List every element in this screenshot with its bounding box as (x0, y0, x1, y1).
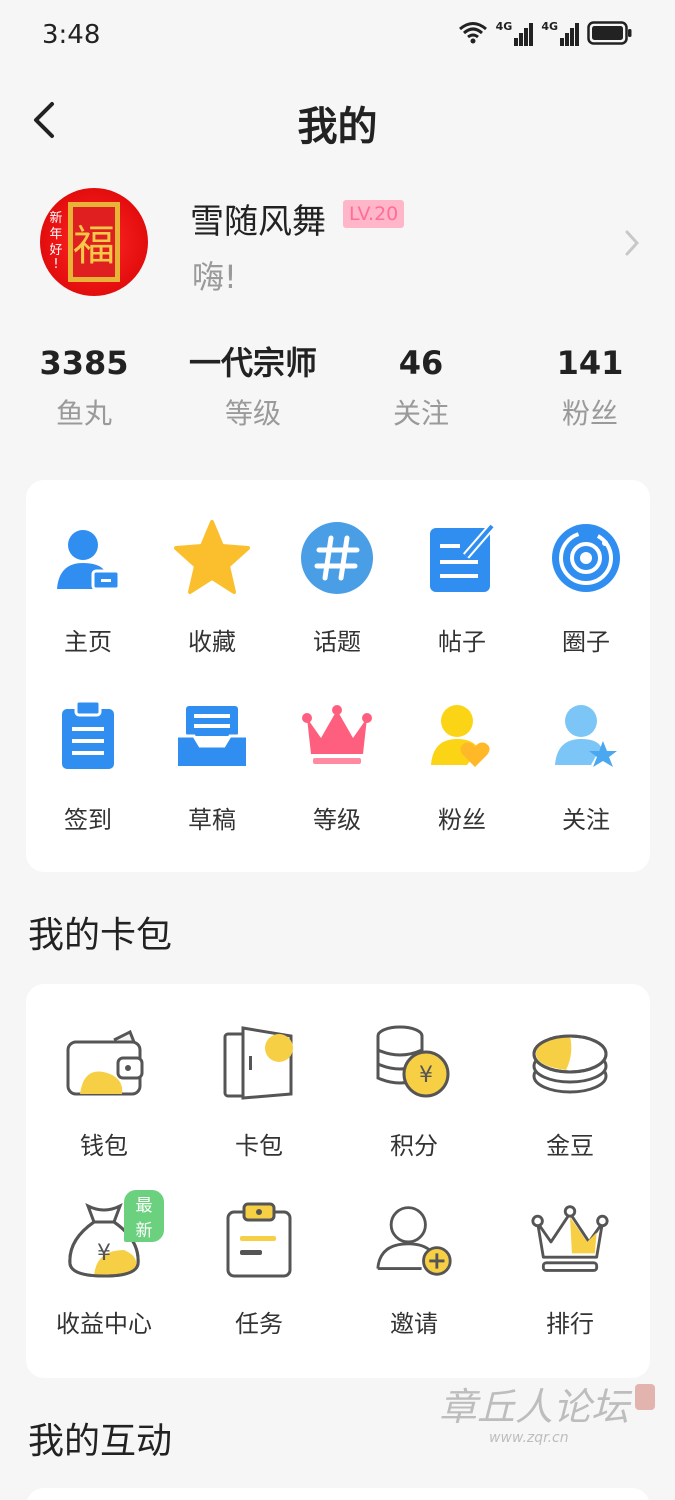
chevron-right-icon (625, 230, 640, 256)
menu-label: 话题 (313, 628, 361, 656)
hashtag-icon (297, 518, 377, 598)
wallet-label: 排行 (546, 1310, 594, 1338)
svg-text:¥: ¥ (419, 1063, 433, 1088)
stat-level[interactable]: 一代宗师 等级 (173, 340, 333, 432)
task-clipboard-icon (219, 1200, 299, 1280)
stats-row: 3385 鱼丸 一代宗师 等级 46 关注 141 粉丝 (0, 340, 675, 440)
wallet-label: 邀请 (390, 1310, 438, 1338)
wifi-icon (458, 22, 487, 44)
card-holder-icon (219, 1022, 299, 1102)
gold-beans-icon (530, 1022, 610, 1102)
menu-item-fans[interactable]: 粉丝 (412, 696, 512, 835)
signal-1-icon: 4G (496, 20, 534, 46)
wallet-item-earnings[interactable]: ¥ 最新 收益中心 (44, 1190, 164, 1339)
header: 我的 (0, 80, 675, 160)
svg-text:!: ! (53, 257, 58, 272)
menu-item-favorites[interactable]: 收藏 (162, 518, 262, 657)
follow-star-icon (546, 696, 626, 776)
stat-label: 关注 (392, 397, 449, 430)
wallet-card: 钱包 卡包 ¥ 积分 金豆 ¥ 最新 收益中心 任务 邀请 排行 (26, 984, 650, 1378)
svg-text:好: 好 (49, 243, 62, 258)
interaction-card (26, 1488, 650, 1500)
stat-label: 鱼丸 (55, 397, 112, 430)
wallet-item-tasks[interactable]: 任务 (209, 1200, 309, 1339)
stat-value: 一代宗师 (188, 344, 317, 382)
battery-icon (587, 21, 632, 45)
menu-label: 关注 (562, 806, 610, 834)
menu-item-following[interactable]: 关注 (536, 696, 636, 835)
menu-item-posts[interactable]: 帖子 (412, 518, 512, 657)
invite-user-icon (374, 1200, 454, 1280)
svg-text:年: 年 (49, 227, 62, 242)
svg-text:福: 福 (73, 221, 115, 270)
fans-heart-icon (422, 696, 502, 776)
post-edit-icon (422, 518, 502, 598)
wallet-item-card-holder[interactable]: 卡包 (209, 1022, 309, 1161)
menu-label: 帖子 (438, 628, 486, 656)
section-title-wallet: 我的卡包 (28, 915, 173, 956)
menu-label: 收藏 (188, 628, 236, 656)
status-icons: 4G 4G (458, 20, 633, 46)
stat-following[interactable]: 46 关注 (341, 340, 501, 432)
clipboard-icon (48, 696, 128, 776)
menu-item-circles[interactable]: 圈子 (536, 518, 636, 657)
wallet-label: 卡包 (235, 1132, 283, 1160)
page-title: 我的 (297, 104, 378, 150)
coins-yen-icon: ¥ (374, 1022, 454, 1102)
menu-item-level[interactable]: 等级 (287, 696, 387, 835)
signal-2-icon: 4G (541, 20, 579, 46)
wallet-item-points[interactable]: ¥ 积分 (364, 1022, 464, 1161)
wallet-label: 积分 (390, 1132, 438, 1160)
stat-value: 141 (556, 344, 624, 382)
menu-item-checkin[interactable]: 签到 (38, 696, 138, 835)
svg-text:新: 新 (49, 210, 62, 226)
new-badge: 最新 (124, 1190, 164, 1242)
drafts-tray-icon (172, 696, 252, 776)
menu-label: 粉丝 (438, 806, 486, 834)
watermark-logo: 章丘人论坛 www.zqr.cn (439, 1384, 655, 1446)
wallet-item-ranking[interactable]: 排行 (520, 1200, 620, 1339)
menu-label: 签到 (64, 806, 112, 834)
menu-item-topics[interactable]: 话题 (287, 518, 387, 657)
wallet-item-gold-beans[interactable]: 金豆 (520, 1022, 620, 1161)
ranking-crown-icon (530, 1200, 610, 1280)
wallet-label: 金豆 (546, 1132, 594, 1160)
svg-text:¥: ¥ (97, 1241, 111, 1266)
svg-text:www.zqr.cn: www.zqr.cn (489, 1430, 569, 1446)
menu-item-homepage[interactable]: 主页 (38, 518, 138, 657)
user-card-icon (48, 518, 128, 598)
wallet-icon (64, 1022, 144, 1102)
bio: 嗨! (192, 258, 237, 296)
menu-label: 主页 (64, 628, 112, 656)
stat-fish-balls[interactable]: 3385 鱼丸 (4, 340, 164, 432)
username: 雪随风舞 (190, 202, 326, 242)
svg-text:章丘人论坛: 章丘人论坛 (439, 1385, 633, 1429)
crown-icon (297, 696, 377, 776)
avatar[interactable]: 福 新 年 好 ! (40, 188, 148, 296)
wallet-item-invite[interactable]: 邀请 (364, 1200, 464, 1339)
star-icon (172, 518, 252, 598)
menu-label: 草稿 (188, 806, 236, 834)
orbit-icon (546, 518, 626, 598)
status-time: 3:48 (42, 20, 101, 50)
status-bar: 3:48 4G 4G (0, 0, 675, 72)
section-title-interaction: 我的互动 (28, 1421, 173, 1462)
menu-label: 圈子 (562, 628, 610, 656)
stat-label: 等级 (224, 397, 281, 430)
menu-label: 等级 (313, 806, 361, 834)
wallet-label: 收益中心 (56, 1310, 152, 1338)
stat-value: 46 (398, 344, 444, 382)
network-type-1: 4G (495, 20, 513, 33)
wallet-item-wallet[interactable]: 钱包 (54, 1022, 154, 1161)
stat-label: 粉丝 (561, 397, 618, 430)
menu-card: 主页 收藏 话题 帖子 圈子 签到 草稿 等级 粉丝 关注 (26, 480, 650, 872)
level-badge: LV.20 (343, 200, 405, 228)
stat-value: 3385 (39, 344, 129, 382)
wallet-label: 任务 (235, 1310, 283, 1338)
menu-item-drafts[interactable]: 草稿 (162, 696, 262, 835)
network-type-2: 4G (541, 20, 558, 33)
stat-fans[interactable]: 141 粉丝 (510, 340, 670, 432)
profile-row[interactable]: 福 新 年 好 ! 雪随风舞 LV.20 嗨! (40, 188, 640, 300)
wallet-label: 钱包 (80, 1132, 128, 1160)
